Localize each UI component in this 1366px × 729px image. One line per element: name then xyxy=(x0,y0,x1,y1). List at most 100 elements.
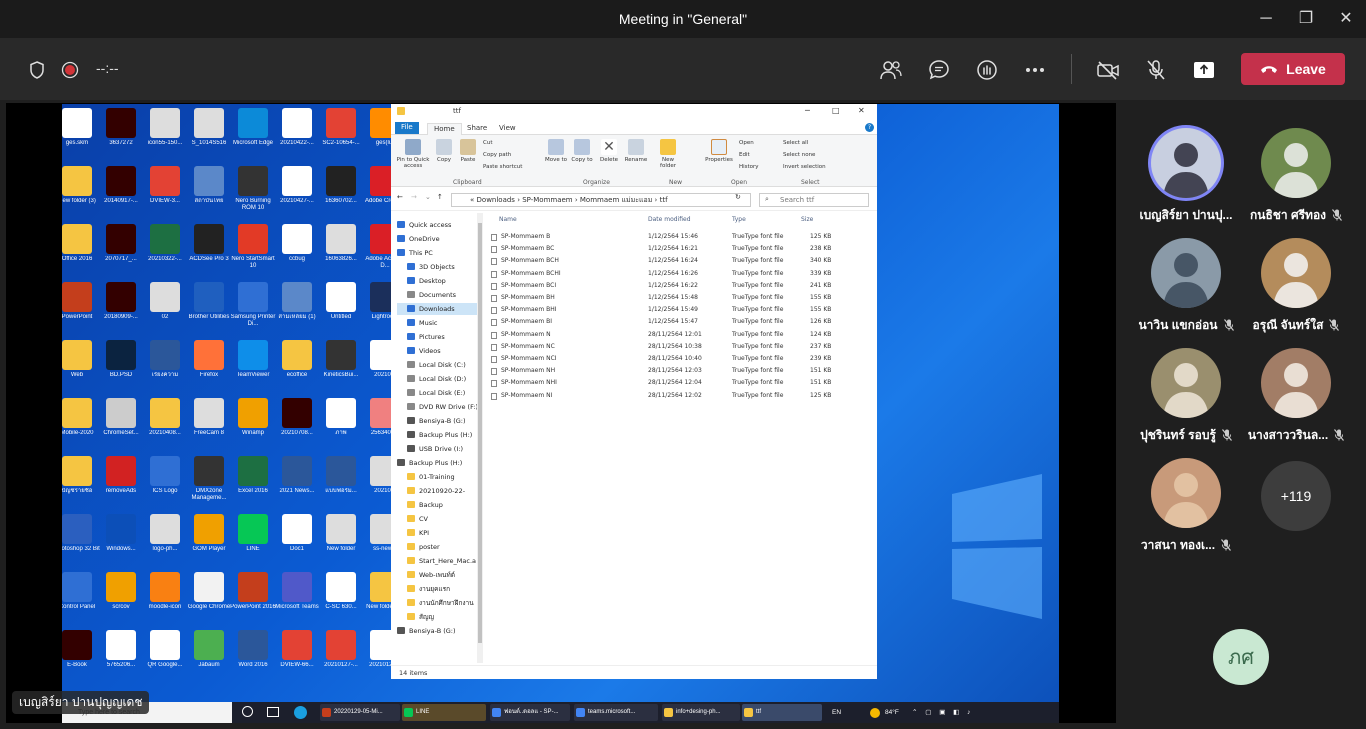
taskbar-app[interactable]: info+desing-ph... xyxy=(662,704,740,721)
desktop-icon[interactable]: BD.PSD xyxy=(98,338,144,392)
nav-item[interactable]: Downloads xyxy=(397,303,479,315)
desktop-icon[interactable]: Microsoft Teams xyxy=(274,570,320,624)
desktop-icon[interactable]: SC2-10654-... xyxy=(318,106,364,160)
desktop-icon[interactable]: ChromeSet... xyxy=(98,396,144,450)
desktop-icon[interactable]: removeAds xyxy=(98,454,144,508)
nav-scrollbar[interactable] xyxy=(477,213,483,663)
desktop-icon[interactable]: New folder xyxy=(318,512,364,566)
nav-item[interactable]: Local Disk (D:) xyxy=(397,373,479,385)
file-row[interactable]: SP-Mommaem N 28/11/2564 12:01 TrueType fon… xyxy=(491,329,871,341)
explorer-minimize-icon[interactable]: ─ xyxy=(805,106,810,115)
desktop-icon[interactable]: 16063826... xyxy=(318,222,364,276)
desktop-icon[interactable]: ภาพ xyxy=(318,396,364,450)
open-button[interactable]: Open xyxy=(739,140,754,146)
participant-tile[interactable]: นางสาววรินล... xyxy=(1240,348,1350,458)
desktop-icon[interactable]: FreeCam 8 xyxy=(186,396,232,450)
desktop-icon[interactable]: TeamViewer xyxy=(230,338,276,392)
cortana-icon[interactable] xyxy=(242,706,253,717)
desktop-icon[interactable]: ccbug xyxy=(274,222,320,276)
nav-item[interactable]: OneDrive xyxy=(397,233,479,245)
nav-item[interactable]: Backup xyxy=(397,499,479,511)
copy-to-button[interactable]: Copy to xyxy=(569,139,595,163)
nav-item[interactable]: Bensiya-B (G:) xyxy=(397,625,479,637)
desktop-icon[interactable]: Photoshop 32 Bit xyxy=(62,512,100,566)
desktop-icon[interactable]: Excel 2016 xyxy=(230,454,276,508)
file-row[interactable]: SP-Mommaem NI 28/11/2564 12:02 TrueType fo… xyxy=(491,390,871,402)
invert-selection-button[interactable]: Invert selection xyxy=(783,164,826,170)
nav-item[interactable]: 01-Training xyxy=(397,471,479,483)
desktop-icon[interactable]: สามเหลี่ยม (1) xyxy=(274,280,320,334)
leave-button[interactable]: Leave xyxy=(1241,53,1345,85)
nav-item[interactable]: Videos xyxy=(397,345,479,357)
file-row[interactable]: SP-Mommaem NH 28/11/2564 12:03 TrueType fo… xyxy=(491,365,871,377)
nav-item[interactable]: Bensiya-B (G:) xyxy=(397,415,479,427)
desktop-icon[interactable]: icon55-150... xyxy=(142,106,188,160)
desktop-icon[interactable]: ges.skm xyxy=(62,106,100,160)
desktop-icon[interactable]: 16360702... xyxy=(318,164,364,218)
desktop-icon[interactable]: 5765206... xyxy=(98,628,144,682)
tab-home[interactable]: Home xyxy=(427,123,462,135)
participant-tile[interactable]: ปุชรินทร์ รอบรู้ xyxy=(1130,348,1240,458)
desktop-icon[interactable]: QR Google... xyxy=(142,628,188,682)
desktop-icon[interactable]: scrcov xyxy=(98,570,144,624)
address-path[interactable]: « Downloads › SP-Mommaem › Mommaem แม่มะ… xyxy=(451,193,751,207)
tab-file[interactable]: File xyxy=(395,122,419,134)
taskbar-app[interactable]: 20220129-05-Mi... xyxy=(320,704,400,721)
file-row[interactable]: SP-Mommaem BCH 1/12/2564 16:24 TrueType fo… xyxy=(491,255,871,267)
file-row[interactable]: SP-Mommaem BI 1/12/2564 15:47 TrueType fon… xyxy=(491,316,871,328)
nav-item[interactable]: สัญญ xyxy=(397,611,479,623)
more-options-icon[interactable] xyxy=(1023,58,1047,82)
copy-path-button[interactable]: Copy path xyxy=(483,152,511,158)
nav-item[interactable]: Local Disk (C:) xyxy=(397,359,479,371)
desktop-icon[interactable]: New folder (3) xyxy=(62,164,100,218)
task-view-icon[interactable] xyxy=(267,707,279,717)
search-input[interactable]: Search ttf xyxy=(759,193,869,207)
desktop-icon[interactable]: Office 2016 xyxy=(62,222,100,276)
desktop-icon[interactable]: Windows... xyxy=(98,512,144,566)
pin-quick-access-button[interactable]: Pin to Quick access xyxy=(395,139,431,169)
participant-tile[interactable]: กนธิชา ศรีทอง xyxy=(1240,128,1350,238)
desktop-icon[interactable]: GOM Player xyxy=(186,512,232,566)
desktop-icon[interactable]: PowerPoint xyxy=(62,280,100,334)
desktop-icon[interactable]: Firefox xyxy=(186,338,232,392)
desktop-icon[interactable]: 20210427-... xyxy=(274,164,320,218)
desktop-icon[interactable]: Samsung Printer Di... xyxy=(230,280,276,334)
nav-item[interactable]: This PC xyxy=(397,247,479,259)
column-name[interactable]: Name xyxy=(499,213,517,227)
desktop-icon[interactable]: ecoffice xyxy=(274,338,320,392)
help-icon[interactable]: ? xyxy=(865,123,874,132)
desktop-icon[interactable]: 20210127-... xyxy=(318,628,364,682)
camera-off-icon[interactable] xyxy=(1096,58,1120,82)
file-row[interactable]: SP-Mommaem B 1/12/2564 15:46 TrueType font… xyxy=(491,231,871,243)
desktop-icon[interactable]: เรียงความ xyxy=(142,338,188,392)
breadcrumb-item[interactable]: SP-Mommaem xyxy=(522,196,572,204)
file-row[interactable]: SP-Mommaem BH 1/12/2564 15:48 TrueType fon… xyxy=(491,292,871,304)
tab-view[interactable]: View xyxy=(493,123,522,135)
desktop-icon[interactable]: Brother Utilities xyxy=(186,280,232,334)
people-icon[interactable] xyxy=(879,58,903,82)
nav-item[interactable]: งานนักศึกษาฝึกงาน xyxy=(397,597,479,609)
forward-arrow-icon[interactable]: → xyxy=(411,193,417,201)
properties-button[interactable]: Properties xyxy=(703,139,735,163)
new-folder-button[interactable]: New folder xyxy=(655,139,681,169)
nav-item[interactable]: Backup Plus (H:) xyxy=(397,429,479,441)
desktop-icon[interactable]: logo-ph... xyxy=(142,512,188,566)
back-arrow-icon[interactable]: ← xyxy=(397,193,403,201)
self-avatar[interactable]: ภศ xyxy=(1213,629,1269,685)
file-row[interactable]: SP-Mommaem BHI 1/12/2564 15:49 TrueType fo… xyxy=(491,304,871,316)
language-indicator[interactable]: EN xyxy=(832,702,841,723)
select-none-button[interactable]: Select none xyxy=(783,152,815,158)
desktop-icon[interactable]: Jabaum xyxy=(186,628,232,682)
paste-shortcut-button[interactable]: Paste shortcut xyxy=(483,164,522,170)
nav-item[interactable]: USB Drive (I:) xyxy=(397,443,479,455)
desktop-icon[interactable]: Doc1 xyxy=(274,512,320,566)
desktop-icon[interactable]: Web xyxy=(62,338,100,392)
nav-item[interactable]: Local Disk (E:) xyxy=(397,387,479,399)
weather-icon[interactable] xyxy=(870,708,880,718)
desktop-icon[interactable]: C-SC 630... xyxy=(318,570,364,624)
desktop-icon[interactable]: Untitled xyxy=(318,280,364,334)
nav-item[interactable]: 20210920-22- xyxy=(397,485,479,497)
rename-button[interactable]: Rename xyxy=(623,139,649,163)
tab-share[interactable]: Share xyxy=(461,123,493,135)
recording-icon[interactable] xyxy=(58,58,82,82)
